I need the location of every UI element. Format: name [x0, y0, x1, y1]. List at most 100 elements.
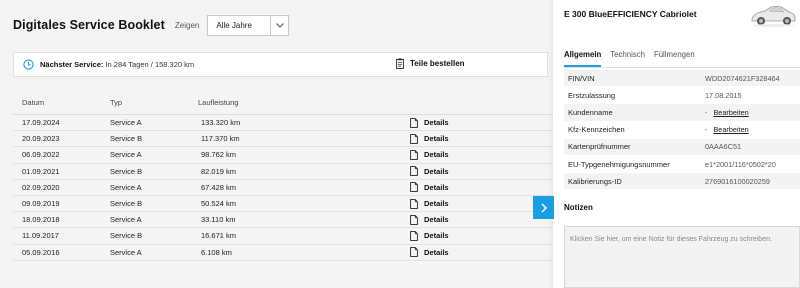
row-date: 06.09.2022	[22, 150, 60, 160]
topbar: Digitales Service Booklet Zeigen Alle Ja…	[13, 14, 290, 36]
property-value: WDD2074621F328464	[705, 73, 780, 83]
row-type: Service A	[110, 150, 142, 160]
document-icon	[410, 182, 418, 193]
row-mileage: 67.428 km	[201, 182, 237, 192]
details-link[interactable]: Details	[410, 150, 449, 160]
next-service-label: Nächster Service:	[40, 60, 104, 69]
order-parts-label: Teile bestellen	[410, 59, 465, 68]
property-key: Kartenprüfnummer	[568, 142, 631, 152]
table-row: 06.09.2022 Service A 98.762 km Details	[13, 147, 553, 164]
row-mileage: 6.108 km	[201, 247, 232, 257]
property-key: EU-Typgenehmigungsnummer	[568, 159, 670, 169]
row-date: 11.09.2017	[22, 231, 59, 241]
row-mileage: 16.671 km	[201, 231, 237, 241]
table-row: 18.09.2018 Service A 33.110 km Details	[13, 212, 553, 229]
column-header-mileage: Laufleistung	[198, 98, 239, 107]
row-type: Service B	[110, 134, 143, 144]
table-body: 17.09.2024 Service A 133.320 km Details 20.0…	[13, 115, 553, 261]
vehicle-properties: FIN/VIN WDD2074621F328464 Erstzulassung 17.…	[564, 70, 800, 191]
details-label: Details	[424, 134, 449, 144]
details-label: Details	[424, 150, 449, 160]
document-icon	[410, 133, 418, 144]
details-label: Details	[424, 118, 449, 128]
chevron-down-icon[interactable]	[270, 15, 288, 35]
edit-link[interactable]: - Bearbeiten	[705, 125, 749, 134]
table-row: 20.09.2023 Service B 117.370 km Details	[13, 131, 553, 148]
next-service-box: Nächster Service: In 284 Tagen / 158.320…	[13, 52, 548, 77]
row-date: 18.09.2018	[22, 215, 60, 225]
details-label: Details	[424, 199, 449, 209]
property-row: EU-Typgenehmigungsnummer e1*2001/116*0502…	[564, 156, 800, 174]
details-label: Details	[424, 182, 449, 192]
details-link[interactable]: Details	[410, 214, 449, 225]
edit-label: Bearbeiten	[713, 125, 749, 135]
details-link[interactable]: Details	[410, 231, 449, 241]
row-date: 02.09.2020	[22, 182, 60, 192]
empty-value-dash: -	[705, 107, 708, 117]
property-row: FIN/VIN WDD2074621F328464	[564, 70, 800, 88]
tab-fuellmengen[interactable]: Füllmengen	[654, 50, 695, 67]
vehicle-tabs: Allgemein Technisch Füllmengen	[564, 50, 704, 67]
vehicle-title: E 300 BlueEFFICIENCY Cabriolet	[564, 9, 697, 19]
table-row: 05.09.2016 Service A 6.108 km Details	[13, 245, 553, 261]
row-date: 09.09.2019	[22, 199, 60, 209]
table-row: 17.09.2024 Service A 133.320 km Details	[13, 115, 553, 132]
property-row: Kartenprüfnummer 0AAA6C51	[564, 138, 800, 156]
details-link[interactable]: Details	[410, 117, 449, 128]
details-link[interactable]: Details	[410, 166, 449, 177]
table-header: Datum Typ Laufleistung	[13, 98, 553, 115]
table-row: 09.09.2019 Service B 50.524 km Details	[13, 196, 553, 213]
tab-allgemein[interactable]: Allgemein	[564, 50, 602, 67]
year-filter-value: Alle Jahre	[216, 20, 252, 30]
details-label: Details	[424, 166, 449, 176]
main-area: Digitales Service Booklet Zeigen Alle Ja…	[0, 0, 553, 288]
details-link[interactable]: Details	[410, 182, 449, 193]
property-key: Kfz-Kennzeichen	[568, 125, 625, 135]
expand-panel-button[interactable]	[533, 196, 554, 219]
notes-input[interactable]: Klicken Sie hier, um eine Notiz für dies…	[564, 226, 800, 288]
property-row: Erstzulassung 17.08.2015	[564, 87, 800, 105]
property-row: Kundenname - Bearbeiten	[564, 104, 800, 122]
row-mileage: 98.762 km	[201, 150, 237, 160]
row-type: Service A	[110, 118, 142, 128]
table-row: 11.09.2017 Service B 16.671 km Details	[13, 228, 553, 245]
clock-icon	[23, 59, 34, 70]
row-type: Service B	[110, 231, 143, 241]
row-mileage: 117.370 km	[201, 134, 240, 144]
property-value: 17.08.2015	[705, 90, 742, 100]
row-type: Service A	[110, 215, 142, 225]
notes-heading: Notizen	[564, 203, 593, 212]
next-service-text: Nächster Service: In 284 Tagen / 158.320…	[40, 60, 194, 69]
row-date: 17.09.2024	[22, 118, 60, 128]
property-key: Kalibrierungs-ID	[568, 176, 622, 186]
service-table: Datum Typ Laufleistung 17.09.2024 Service…	[13, 98, 553, 261]
document-icon	[410, 198, 418, 209]
document-icon	[410, 231, 418, 241]
row-date: 01.09.2021	[22, 166, 60, 176]
document-icon	[410, 166, 418, 177]
row-date: 20.09.2023	[22, 134, 60, 144]
table-row: 02.09.2020 Service A 67.428 km Details	[13, 180, 553, 196]
tab-technisch[interactable]: Technisch	[610, 50, 645, 67]
edit-link[interactable]: - Bearbeiten	[705, 108, 749, 117]
tabs-divider	[564, 67, 800, 68]
chevron-right-icon	[541, 203, 547, 212]
details-link[interactable]: Details	[410, 247, 449, 257]
details-link[interactable]: Details	[410, 198, 449, 209]
order-parts-button[interactable]: Teile bestellen	[396, 58, 465, 69]
row-date: 05.09.2016	[22, 247, 60, 257]
property-row: Kfz-Kennzeichen - Bearbeiten	[564, 122, 800, 139]
details-link[interactable]: Details	[410, 133, 449, 144]
page-title: Digitales Service Booklet	[13, 18, 165, 32]
row-type: Service B	[110, 166, 143, 176]
filter-label: Zeigen	[174, 20, 200, 30]
property-key: Kundenname	[568, 107, 613, 117]
vehicle-panel: E 300 BlueEFFICIENCY Cabriolet Allgemein…	[553, 0, 800, 288]
row-mileage: 33.110 km	[201, 215, 236, 225]
row-type: Service A	[110, 247, 142, 257]
year-filter-select[interactable]: Alle Jahre	[207, 14, 290, 36]
column-header-type: Typ	[110, 98, 123, 107]
table-row: 01.09.2021 Service B 82.019 km Details	[13, 164, 553, 180]
property-key: Erstzulassung	[568, 90, 616, 100]
property-value: 0AAA6C51	[705, 142, 742, 152]
